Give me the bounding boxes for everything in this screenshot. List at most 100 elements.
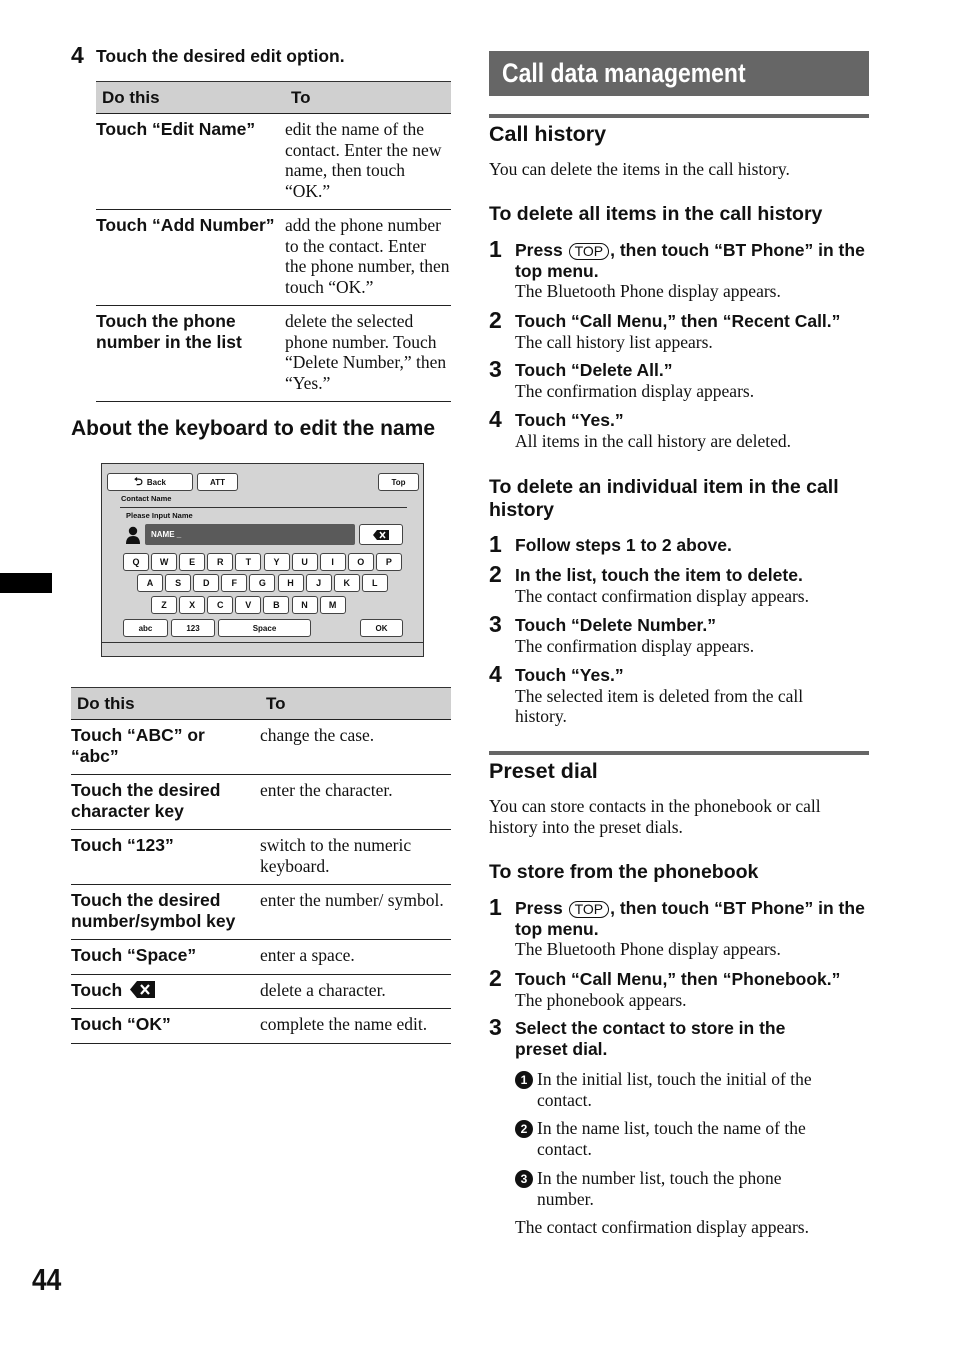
step-heading: Follow steps 1 to 2 above. <box>515 535 732 555</box>
back-arrow-icon: ⮌ <box>134 475 143 488</box>
divider <box>120 507 407 508</box>
key-d[interactable]: D <box>193 574 220 592</box>
key-y[interactable]: Y <box>263 553 290 571</box>
phonebook-heading: To store from the phonebook <box>489 861 759 883</box>
step-body: The contact confirmation display appears… <box>515 585 809 606</box>
step-body: All items in the call history are delete… <box>515 430 792 451</box>
substep-text: In the name list, touch the name of the … <box>537 1118 806 1159</box>
table-row: Touch the phone number in the list delet… <box>96 305 451 402</box>
key-b[interactable]: B <box>263 596 290 614</box>
step-item: 4 Touch “Yes.” All items in the call his… <box>489 406 869 451</box>
key-t[interactable]: T <box>235 553 262 571</box>
right-column: Call data management Call history You ca… <box>489 51 869 1237</box>
back-button[interactable]: ⮌ Back <box>107 473 193 491</box>
key-k[interactable]: K <box>333 574 360 592</box>
step-body: The confirmation display appears. <box>515 635 755 656</box>
key-g[interactable]: G <box>249 574 276 592</box>
key-m[interactable]: M <box>319 596 346 614</box>
step-item: 1 Press TOP, then touch “BT Phone” in th… <box>489 894 869 960</box>
substep-item: 1 In the initial list, touch the initial… <box>515 1069 845 1110</box>
action-cell: Touch “123” <box>71 829 260 885</box>
key-s[interactable]: S <box>165 574 192 592</box>
key-a[interactable]: A <box>137 574 163 592</box>
action-text: Touch <box>71 979 123 1000</box>
step-heading: Touch “Delete Number.” <box>515 615 716 635</box>
key-c[interactable]: C <box>207 596 234 614</box>
key-l[interactable]: L <box>361 574 388 592</box>
action-cell: Touch <box>71 973 260 1009</box>
step-body: The selected item is deleted from the ca… <box>515 685 804 727</box>
key-j[interactable]: J <box>305 574 332 592</box>
space-key[interactable]: Space <box>218 619 311 637</box>
abc-key[interactable]: abc <box>123 619 168 637</box>
step-item: 2 In the list, touch the item to delete.… <box>489 561 869 606</box>
table-row: Touch “ABC” or “abc” change the case. <box>71 719 451 775</box>
table-row: Touch delete a character. <box>71 973 451 1009</box>
step-number: 2 <box>489 307 502 333</box>
result-cell: delete the selected phone number. Touch … <box>285 305 451 402</box>
key-n[interactable]: N <box>291 596 318 614</box>
key-x[interactable]: X <box>179 596 206 614</box>
ok-key[interactable]: OK <box>360 619 403 637</box>
step-item: 4 Touch “Yes.” The selected item is dele… <box>489 661 849 727</box>
person-icon <box>126 526 140 544</box>
key-v[interactable]: V <box>235 596 262 614</box>
step-text: , then touch “BT Phone” in the top menu. <box>515 898 865 939</box>
key-u[interactable]: U <box>291 553 318 571</box>
key-i[interactable]: I <box>319 553 346 571</box>
section-rule <box>489 751 869 755</box>
step-text: Press <box>515 898 563 918</box>
key-w[interactable]: W <box>151 553 178 571</box>
step-number: 3 <box>489 611 502 637</box>
step-body: The confirmation display appears. <box>515 380 755 401</box>
step-body: The phonebook appears. <box>515 989 687 1010</box>
step-number: 3 <box>489 356 502 382</box>
action-cell: Touch the phone number in the list <box>96 305 285 402</box>
key-q[interactable]: Q <box>123 553 149 571</box>
name-input[interactable]: NAME _ <box>145 524 355 545</box>
key-h[interactable]: H <box>277 574 304 592</box>
delete-all-heading: To delete all items in the call history <box>489 203 823 225</box>
section-tab-marker <box>0 573 52 593</box>
key-r[interactable]: R <box>207 553 234 571</box>
step-number: 1 <box>489 894 502 920</box>
table-row: Touch the desired character key enter th… <box>71 774 451 830</box>
step-number: 2 <box>489 561 502 587</box>
key-f[interactable]: F <box>221 574 248 592</box>
step-heading: Touch “Call Menu,” then “Recent Call.” <box>515 311 841 331</box>
keyboard-actions-table: Do this To Touch “ABC” or “abc” change t… <box>71 687 451 1044</box>
section-rule <box>489 114 869 118</box>
numbered-circle-icon: 2 <box>515 1120 533 1138</box>
action-cell: Touch “Add Number” <box>96 209 285 306</box>
step-heading: Touch “Yes.” <box>515 665 624 685</box>
result-cell: change the case. <box>260 719 451 775</box>
step-heading: Touch “Yes.” <box>515 410 624 430</box>
result-text: The contact confirmation display appears… <box>515 1217 809 1237</box>
substep-item: 3 In the number list, touch the phone nu… <box>515 1168 815 1209</box>
key-z[interactable]: Z <box>151 596 177 614</box>
column-header: To <box>285 81 451 114</box>
step-heading: Press TOP, then touch “BT Phone” in the … <box>515 240 869 281</box>
substep-text: In the number list, touch the phone numb… <box>537 1168 782 1209</box>
att-button[interactable]: ATT <box>197 473 238 491</box>
key-p[interactable]: P <box>375 553 402 571</box>
table-header: Do this To <box>71 687 451 720</box>
keyboard-section-heading: About the keyboard to edit the name <box>71 417 436 440</box>
page-number: 44 <box>32 1262 62 1297</box>
key-e[interactable]: E <box>179 553 206 571</box>
result-cell: enter the character. <box>260 774 451 830</box>
column-header: Do this <box>96 81 285 114</box>
delete-individual-heading: To delete an individual item in the call… <box>489 476 839 521</box>
step-number: 4 <box>489 406 502 432</box>
top-button[interactable]: Top <box>378 473 419 491</box>
table-row: Touch “123” switch to the numeric keyboa… <box>71 829 451 885</box>
section-banner: Call data management <box>489 51 869 96</box>
result-cell: enter the number/ symbol. <box>260 884 451 940</box>
step-body: The Bluetooth Phone display appears. <box>515 281 781 301</box>
numeric-key[interactable]: 123 <box>171 619 215 637</box>
step-heading: Select the contact to store in the prese… <box>515 1018 786 1059</box>
step-heading: Press TOP, then touch “BT Phone” in the … <box>515 898 869 939</box>
key-o[interactable]: O <box>347 553 374 571</box>
result-cell: delete a character. <box>260 973 451 1009</box>
backspace-button[interactable] <box>359 524 403 545</box>
